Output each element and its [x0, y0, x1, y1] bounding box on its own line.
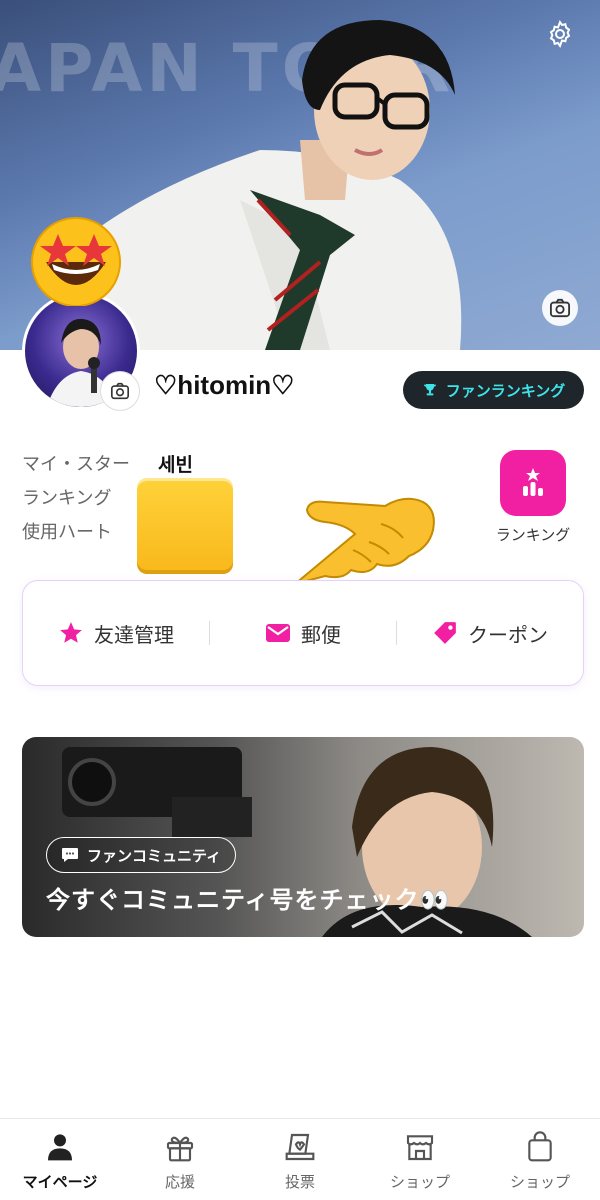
person-icon — [48, 1134, 72, 1161]
nav-label-vote: 投票 — [284, 1173, 315, 1191]
action-card: 友達管理 郵便 クーポン — [22, 580, 584, 686]
username: ♡hitomin♡ — [154, 370, 295, 400]
coupon-label: クーポン — [468, 622, 548, 647]
nav-item-vote[interactable]: 投票 — [240, 1119, 360, 1200]
fan-ranking-label: ファンランキング — [445, 381, 566, 400]
nav-label-mypage: マイページ — [22, 1173, 98, 1191]
ranking-shortcut-label: ランキング — [495, 526, 571, 544]
nav-label-support: 応援 — [164, 1173, 195, 1191]
settings-icon[interactable] — [542, 16, 578, 52]
nav-item-support[interactable]: 応援 — [120, 1119, 240, 1200]
cover-camera-icon[interactable] — [542, 290, 578, 326]
coupon-button[interactable]: クーポン — [397, 581, 583, 685]
my-star-label: マイ・スター — [22, 454, 130, 475]
fan-ranking-button[interactable]: ファンランキング — [403, 371, 584, 409]
tag-icon — [434, 622, 456, 644]
trophy-icon — [423, 384, 436, 396]
yellow-square-emoji — [137, 478, 233, 574]
nav-item-shop-bag[interactable]: ショップ — [480, 1119, 600, 1200]
friends-manage-button[interactable]: 友達管理 — [23, 581, 209, 685]
bottom-nav: マイページ 応援 投票 ショップ ショップ — [0, 1118, 600, 1200]
community-badge-label: ファンコミュニティ — [87, 846, 222, 865]
shopping-bag-icon — [528, 1131, 552, 1162]
friends-manage-label: 友達管理 — [94, 622, 174, 647]
nav-label-shop-store: ショップ — [389, 1173, 450, 1191]
avatar-camera-icon[interactable] — [101, 372, 139, 410]
mail-button[interactable]: 郵便 — [210, 581, 396, 685]
nav-label-shop-bag: ショップ — [509, 1173, 570, 1191]
vote-icon — [285, 1133, 315, 1161]
ranking-stat-label: ランキング — [22, 488, 112, 509]
hearts-used-label: 使用ハート — [22, 522, 112, 543]
community-badge: ファンコミュニティ — [46, 837, 237, 873]
star-icon — [60, 622, 82, 643]
mail-label: 郵便 — [301, 622, 341, 647]
my-star-value: 세빈 — [158, 454, 193, 476]
nav-item-mypage[interactable]: マイページ — [0, 1119, 120, 1200]
chat-bubble-icon — [62, 848, 78, 862]
ranking-shortcut-button[interactable] — [500, 450, 566, 516]
store-icon — [406, 1135, 434, 1161]
bar-chart-icon — [523, 468, 543, 496]
community-title: 今すぐコミュニティ号をチェック👀 — [46, 886, 451, 914]
star-struck-emoji — [31, 217, 121, 306]
gift-icon — [166, 1136, 194, 1162]
community-banner[interactable]: ファンコミュニティ 今すぐコミュニティ号をチェック👀 — [22, 737, 584, 937]
nav-item-shop-store[interactable]: ショップ — [360, 1119, 480, 1200]
mail-icon — [266, 624, 290, 642]
pointing-hand-emoji — [294, 497, 435, 585]
